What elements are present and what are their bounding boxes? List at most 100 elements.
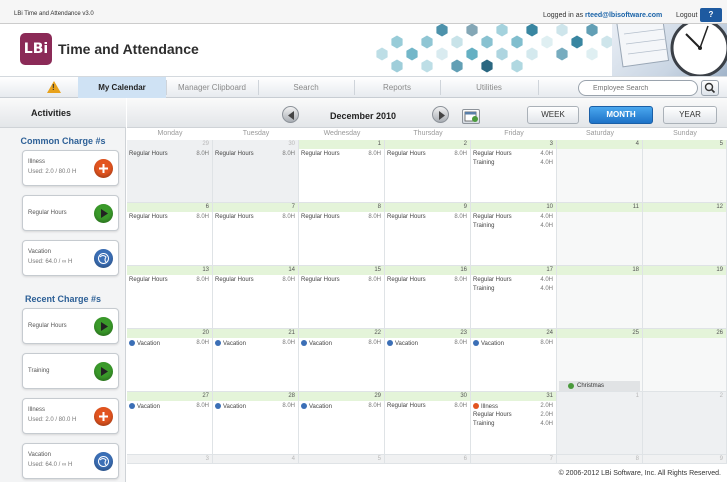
calendar-day-cell[interactable]: 4 bbox=[213, 455, 299, 464]
help-button[interactable]: ? bbox=[700, 8, 722, 22]
time-entry[interactable]: Vacation 8.0H bbox=[387, 340, 467, 349]
charge-card-regular-hours[interactable]: Regular Hours bbox=[22, 195, 119, 231]
time-entry[interactable]: Regular Hours 4.0H bbox=[473, 151, 553, 160]
calendar-day-cell[interactable]: 21 Vacation 8.0H bbox=[213, 329, 299, 392]
calendar-day-cell[interactable]: 12 bbox=[643, 203, 727, 266]
calendar-day-cell[interactable]: 13 Regular Hours 8.0H bbox=[127, 266, 213, 329]
time-entry[interactable]: Training 4.0H bbox=[473, 223, 553, 232]
calendar-day-cell[interactable]: 7 bbox=[471, 455, 557, 464]
calendar-day-cell[interactable]: 25 Christmas bbox=[557, 329, 643, 392]
calendar-day-cell[interactable]: 9 bbox=[643, 455, 727, 464]
time-entry[interactable]: Training 4.0H bbox=[473, 160, 553, 169]
calendar-day-cell[interactable]: 29 Regular Hours 8.0H bbox=[127, 140, 213, 203]
time-entry[interactable]: Illness 2.0H bbox=[473, 403, 553, 412]
time-entry[interactable]: Regular Hours 8.0H bbox=[387, 277, 467, 286]
calendar-day-cell[interactable]: 28 Vacation 8.0H bbox=[213, 392, 299, 455]
calendar-day-cell[interactable]: 6 bbox=[385, 455, 471, 464]
calendar-day-cell[interactable]: 8 Regular Hours 8.0H bbox=[299, 203, 385, 266]
calendar-day-cell[interactable]: 17 Regular Hours 4.0H Training 4.0H bbox=[471, 266, 557, 329]
search-button[interactable] bbox=[701, 80, 719, 96]
time-entry[interactable]: Regular Hours 8.0H bbox=[129, 214, 209, 223]
play-icon[interactable] bbox=[94, 362, 113, 381]
time-entry[interactable]: Regular Hours 8.0H bbox=[301, 151, 381, 160]
calendar-day-cell[interactable]: 1 Regular Hours 8.0H bbox=[299, 140, 385, 203]
plus-icon[interactable] bbox=[94, 407, 113, 426]
time-entry[interactable]: Regular Hours 8.0H bbox=[387, 403, 467, 412]
calendar-day-cell[interactable]: 31 Illness 2.0H Regular Hours 2.0H Training 4.… bbox=[471, 392, 557, 455]
time-entry[interactable]: Training 4.0H bbox=[473, 286, 553, 295]
time-entry[interactable]: Vacation 8.0H bbox=[215, 403, 295, 412]
tab-manager-clipboard[interactable]: Manager Clipboard bbox=[166, 77, 258, 98]
calendar-day-cell[interactable]: 14 Regular Hours 8.0H bbox=[213, 266, 299, 329]
charge-card-vacation[interactable]: Vacation Used: 64.0 / ∞ H bbox=[22, 443, 119, 479]
prev-month-button[interactable] bbox=[282, 106, 299, 123]
time-entry[interactable]: Regular Hours 4.0H bbox=[473, 277, 553, 286]
time-entry[interactable]: Vacation 8.0H bbox=[215, 340, 295, 349]
logout-link[interactable]: Logout bbox=[676, 12, 697, 19]
calendar-day-cell[interactable]: 5 bbox=[299, 455, 385, 464]
user-email[interactable]: rteed@lbisoftware.com bbox=[585, 12, 662, 19]
time-entry[interactable]: Regular Hours 8.0H bbox=[129, 151, 209, 160]
calendar-day-cell[interactable]: 16 Regular Hours 8.0H bbox=[385, 266, 471, 329]
calendar-day-cell[interactable]: 9 Regular Hours 8.0H bbox=[385, 203, 471, 266]
calendar-day-cell[interactable]: 22 Vacation 8.0H bbox=[299, 329, 385, 392]
tab-my-calendar[interactable]: My Calendar bbox=[78, 77, 166, 98]
time-entry[interactable]: Regular Hours 8.0H bbox=[387, 214, 467, 223]
calendar-picker-button[interactable] bbox=[462, 109, 480, 124]
calendar-day-cell[interactable]: 10 Regular Hours 4.0H Training 4.0H bbox=[471, 203, 557, 266]
calendar-day-cell[interactable]: 30 Regular Hours 8.0H bbox=[385, 392, 471, 455]
calendar-day-cell[interactable]: 18 bbox=[557, 266, 643, 329]
time-entry[interactable]: Regular Hours 8.0H bbox=[301, 214, 381, 223]
time-entry[interactable]: Regular Hours 8.0H bbox=[301, 277, 381, 286]
tab-reports[interactable]: Reports bbox=[354, 77, 440, 98]
time-entry[interactable]: Vacation 8.0H bbox=[473, 340, 553, 349]
play-icon[interactable] bbox=[94, 204, 113, 223]
month-view-button[interactable]: MONTH bbox=[589, 106, 653, 124]
calendar-day-cell[interactable]: 6 Regular Hours 8.0H bbox=[127, 203, 213, 266]
calendar-day-cell[interactable]: 30 Regular Hours 8.0H bbox=[213, 140, 299, 203]
calendar-day-cell[interactable]: 29 Vacation 8.0H bbox=[299, 392, 385, 455]
calendar-day-cell[interactable]: 24 Vacation 8.0H bbox=[471, 329, 557, 392]
globe-icon[interactable] bbox=[94, 249, 113, 268]
globe-icon[interactable] bbox=[94, 452, 113, 471]
calendar-day-cell[interactable]: 15 Regular Hours 8.0H bbox=[299, 266, 385, 329]
employee-search-input[interactable] bbox=[578, 80, 698, 96]
charge-card-illness[interactable]: Illness Used: 2.0 / 80.0 H bbox=[22, 150, 119, 186]
time-entry[interactable]: Regular Hours 8.0H bbox=[215, 214, 295, 223]
charge-card-vacation[interactable]: Vacation Used: 64.0 / ∞ H bbox=[22, 240, 119, 276]
time-entry[interactable]: Regular Hours 2.0H bbox=[473, 412, 553, 421]
calendar-day-cell[interactable]: 3 Regular Hours 4.0H Training 4.0H bbox=[471, 140, 557, 203]
charge-card-illness[interactable]: Illness Used: 2.0 / 80.0 H bbox=[22, 398, 119, 434]
calendar-day-cell[interactable]: 7 Regular Hours 8.0H bbox=[213, 203, 299, 266]
charge-card-training[interactable]: Training bbox=[22, 353, 119, 389]
tab-utilities[interactable]: Utilities bbox=[440, 77, 538, 98]
calendar-day-cell[interactable]: 1 bbox=[557, 392, 643, 455]
calendar-day-cell[interactable]: 20 Vacation 8.0H bbox=[127, 329, 213, 392]
calendar-day-cell[interactable]: 2 Regular Hours 8.0H bbox=[385, 140, 471, 203]
time-entry[interactable]: Vacation 8.0H bbox=[301, 403, 381, 412]
time-entry[interactable]: Regular Hours 8.0H bbox=[215, 277, 295, 286]
calendar-day-cell[interactable]: 26 bbox=[643, 329, 727, 392]
calendar-day-cell[interactable]: 19 bbox=[643, 266, 727, 329]
time-entry[interactable]: Vacation 8.0H bbox=[129, 403, 209, 412]
calendar-day-cell[interactable]: 2 bbox=[643, 392, 727, 455]
calendar-day-cell[interactable]: 11 bbox=[557, 203, 643, 266]
calendar-day-cell[interactable]: 23 Vacation 8.0H bbox=[385, 329, 471, 392]
next-month-button[interactable] bbox=[432, 106, 449, 123]
calendar-day-cell[interactable]: 27 Vacation 8.0H bbox=[127, 392, 213, 455]
calendar-day-cell[interactable]: 8 bbox=[557, 455, 643, 464]
calendar-day-cell[interactable]: 5 bbox=[643, 140, 727, 203]
charge-card-regular-hours[interactable]: Regular Hours bbox=[22, 308, 119, 344]
plus-icon[interactable] bbox=[94, 159, 113, 178]
tab-search[interactable]: Search bbox=[258, 77, 354, 98]
calendar-day-cell[interactable]: 3 bbox=[127, 455, 213, 464]
time-entry[interactable]: Regular Hours 8.0H bbox=[387, 151, 467, 160]
play-icon[interactable] bbox=[94, 317, 113, 336]
week-view-button[interactable]: WEEK bbox=[527, 106, 579, 124]
time-entry[interactable]: Vacation 8.0H bbox=[129, 340, 209, 349]
time-entry[interactable]: Regular Hours 8.0H bbox=[215, 151, 295, 160]
time-entry[interactable]: Vacation 8.0H bbox=[301, 340, 381, 349]
calendar-day-cell[interactable]: 4 bbox=[557, 140, 643, 203]
time-entry[interactable]: Regular Hours 8.0H bbox=[129, 277, 209, 286]
time-entry[interactable]: Training 4.0H bbox=[473, 421, 553, 430]
